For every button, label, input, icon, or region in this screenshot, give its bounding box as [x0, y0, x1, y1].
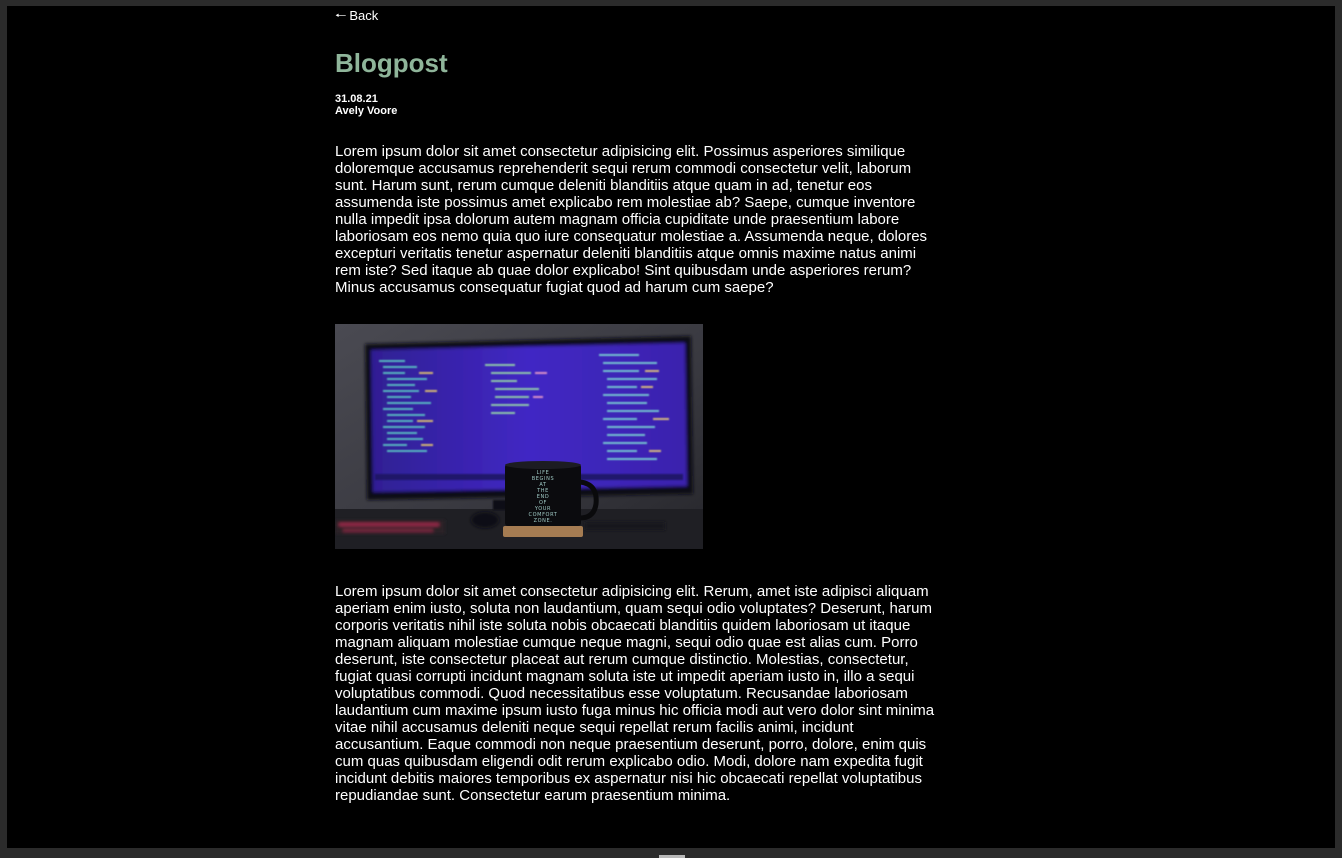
post-author: Avely Voore [335, 105, 398, 117]
page-title: Blogpost [335, 48, 448, 78]
left-arrow-icon: 🠐 [335, 8, 347, 23]
back-link[interactable]: 🠐 Back [335, 8, 378, 23]
mug-text-9: ZONE. [534, 518, 553, 524]
post-image: LIFE BEGINS AT THE END OF YOUR COMFORT Z… [335, 324, 703, 549]
post-date: 31.08.21 [335, 93, 378, 105]
post-paragraph-2: Lorem ipsum dolor sit amet consectetur a… [335, 583, 935, 804]
post-paragraph-1: Lorem ipsum dolor sit amet consectetur a… [335, 143, 928, 296]
back-label: Back [349, 8, 379, 23]
post-meta: 31.08.21 Avely Voore [335, 93, 939, 117]
blog-article: 🠐 Back Blogpost 31.08.21 Avely Voore Lor… [335, 6, 939, 804]
page-viewport: 🠐 Back Blogpost 31.08.21 Avely Voore Lor… [7, 6, 1335, 848]
